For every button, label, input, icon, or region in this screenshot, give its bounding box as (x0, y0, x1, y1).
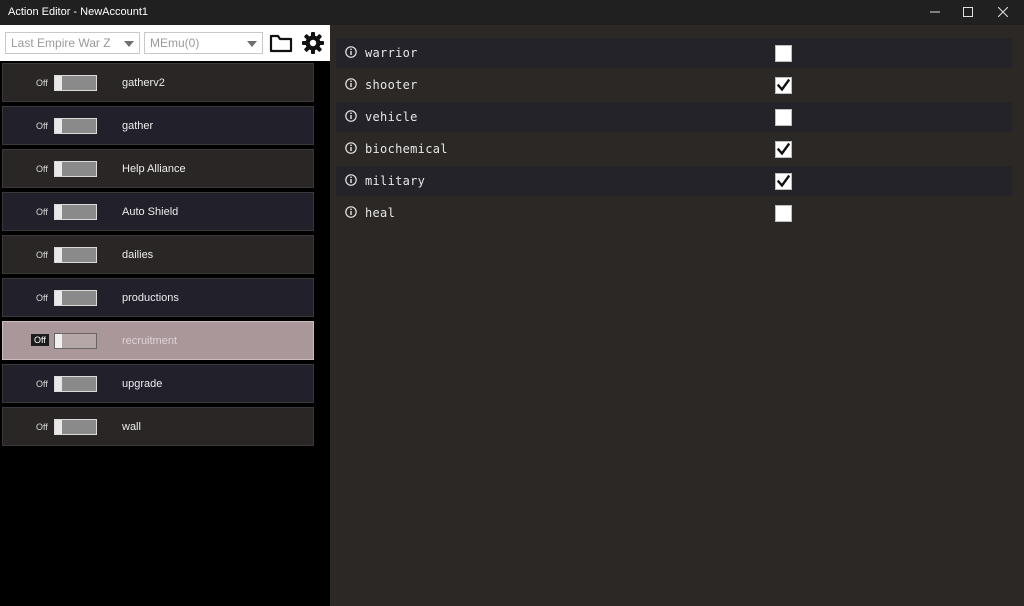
toggle-switch[interactable] (54, 75, 97, 91)
toggle-thumb (55, 76, 62, 90)
toggle-state-label: Off (36, 78, 48, 88)
action-label: gatherv2 (122, 77, 165, 89)
action-row-productions[interactable]: Off productions (2, 278, 314, 317)
action-row-recruitment[interactable]: Off recruitment (2, 321, 314, 360)
action-row-auto-shield[interactable]: Off Auto Shield (2, 192, 314, 231)
toggle-thumb (55, 248, 62, 262)
chevron-down-icon (247, 41, 257, 47)
folder-icon (269, 34, 293, 53)
toggle-state-label: Off (36, 164, 48, 174)
open-folder-button[interactable] (268, 30, 294, 56)
property-label: biochemical (365, 142, 448, 156)
toggle-switch[interactable] (54, 204, 97, 220)
toggle-switch[interactable] (54, 419, 97, 435)
action-row-dailies[interactable]: Off dailies (2, 235, 314, 274)
property-label: warrior (365, 46, 418, 60)
property-checkbox[interactable] (775, 45, 792, 62)
toggle-thumb (55, 162, 62, 176)
maximize-icon (963, 7, 973, 17)
toggle-thumb (55, 420, 62, 434)
toggle-state-label: Off (36, 422, 48, 432)
game-select[interactable]: Last Empire War Z (5, 32, 140, 54)
action-list-pane: Last Empire War Z MEmu(0) Off gatherv2 O… (0, 25, 330, 606)
action-label: gather (122, 120, 154, 132)
property-row-military: military (336, 166, 1012, 196)
info-icon[interactable] (345, 110, 357, 122)
emulator-select[interactable]: MEmu(0) (144, 32, 263, 54)
property-row-biochemical: biochemical (336, 134, 1012, 164)
property-row-heal: heal (336, 198, 1012, 228)
info-icon[interactable] (345, 78, 357, 90)
action-row-gather[interactable]: Off gather (2, 106, 314, 145)
action-label: Help Alliance (122, 163, 186, 175)
toggle-state-label: Off (31, 334, 49, 346)
toggle-state-label: Off (36, 250, 48, 260)
toggle-state-label: Off (36, 121, 48, 131)
property-label: military (365, 174, 426, 188)
maximize-button[interactable] (951, 0, 985, 25)
action-row-upgrade[interactable]: Off upgrade (2, 364, 314, 403)
close-icon (998, 7, 1008, 17)
toggle-switch[interactable] (54, 290, 97, 306)
action-label: Auto Shield (122, 206, 179, 218)
toggle-switch[interactable] (54, 118, 97, 134)
minimize-icon (930, 11, 940, 13)
property-checkbox[interactable] (775, 205, 792, 222)
toggle-state-label: Off (36, 293, 48, 303)
toggle-thumb (55, 291, 62, 305)
toggle-state-label: Off (36, 379, 48, 389)
toggle-switch[interactable] (54, 161, 97, 177)
property-label: vehicle (365, 110, 418, 124)
info-icon[interactable] (345, 206, 357, 218)
game-select-value: Last Empire War Z (11, 36, 111, 50)
action-row-help-alliance[interactable]: Off Help Alliance (2, 149, 314, 188)
action-list: Off gatherv2 Off gather Off Help Allianc… (2, 63, 314, 450)
property-label: shooter (365, 78, 418, 92)
info-icon[interactable] (345, 174, 357, 186)
action-row-gatherv2[interactable]: Off gatherv2 (2, 63, 314, 102)
minimize-button[interactable] (918, 0, 952, 25)
settings-button[interactable] (300, 30, 326, 56)
properties-pane: warrior shooter vehicle biochemical mili… (330, 25, 1024, 606)
toggle-thumb (55, 334, 62, 348)
toggle-thumb (55, 205, 62, 219)
property-checkbox[interactable] (775, 109, 792, 126)
toolbar: Last Empire War Z MEmu(0) (0, 25, 330, 61)
checkmark-icon (777, 175, 790, 188)
property-checkbox[interactable] (775, 173, 792, 190)
info-icon[interactable] (345, 46, 357, 58)
property-row-warrior: warrior (336, 38, 1012, 68)
property-checkbox[interactable] (775, 77, 792, 94)
action-row-wall[interactable]: Off wall (2, 407, 314, 446)
title-bar: Action Editor - NewAccount1 (0, 0, 1024, 25)
action-label: recruitment (122, 335, 178, 347)
toggle-switch[interactable] (54, 247, 97, 263)
toggle-switch[interactable] (54, 333, 97, 349)
gear-icon (302, 32, 324, 54)
property-checkbox[interactable] (775, 141, 792, 158)
toggle-state-label: Off (36, 207, 48, 217)
info-icon[interactable] (345, 142, 357, 154)
checkmark-icon (777, 143, 790, 156)
emulator-select-value: MEmu(0) (150, 36, 200, 50)
toggle-thumb (55, 377, 62, 391)
action-label: upgrade (122, 378, 163, 390)
window-title: Action Editor - NewAccount1 (8, 6, 149, 18)
toggle-switch[interactable] (54, 376, 97, 392)
action-label: dailies (122, 249, 154, 261)
action-label: wall (122, 421, 141, 433)
chevron-down-icon (124, 41, 134, 47)
property-label: heal (365, 206, 396, 220)
property-row-vehicle: vehicle (336, 102, 1012, 132)
checkmark-icon (777, 79, 790, 92)
toggle-thumb (55, 119, 62, 133)
action-label: productions (122, 292, 179, 304)
close-button[interactable] (986, 0, 1020, 25)
property-row-shooter: shooter (336, 70, 1012, 100)
